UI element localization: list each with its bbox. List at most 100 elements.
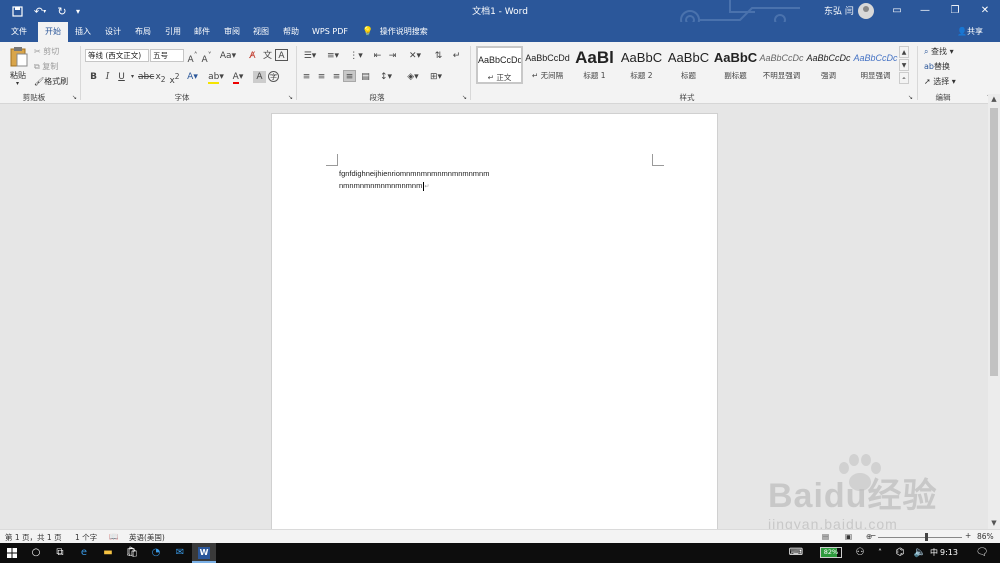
- word-app-icon[interactable]: W: [192, 543, 216, 563]
- read-mode-icon[interactable]: ▤: [822, 532, 829, 541]
- language-indicator[interactable]: 英语(美国): [129, 532, 165, 543]
- styles-more-icon[interactable]: ⩡: [899, 72, 909, 84]
- tab-references[interactable]: 引用: [160, 22, 186, 42]
- align-center-icon[interactable]: ≡: [315, 71, 328, 83]
- char-shading-icon[interactable]: A: [253, 71, 266, 83]
- strikethrough-icon[interactable]: abc: [138, 71, 154, 83]
- align-left-icon[interactable]: ≡: [300, 71, 313, 83]
- share-button[interactable]: 👤共享: [957, 22, 983, 42]
- tab-mailings[interactable]: 邮件: [189, 22, 215, 42]
- user-name[interactable]: 东弘 闫: [824, 4, 854, 17]
- mail-icon[interactable]: ✉: [168, 543, 192, 563]
- zoom-in-icon[interactable]: +: [965, 531, 971, 540]
- distributed-icon[interactable]: ▤: [359, 71, 372, 83]
- windows-start-icon[interactable]: [0, 543, 24, 563]
- battery-indicator[interactable]: 82%: [820, 547, 842, 558]
- task-view-icon[interactable]: ⧉: [48, 543, 72, 563]
- notification-icon[interactable]: 🗨: [970, 543, 994, 563]
- word-count[interactable]: 1 个字: [75, 532, 97, 543]
- replace-button[interactable]: ab替换: [924, 61, 950, 72]
- store-icon[interactable]: 🛍: [120, 543, 144, 563]
- search-icon[interactable]: ○: [24, 543, 48, 563]
- scroll-up-icon[interactable]: ▲: [988, 94, 1000, 104]
- document-page[interactable]: fgnfdighneijhienriomnmnmnmnmnmnmnmnm nmn…: [271, 113, 718, 533]
- decrease-indent-icon[interactable]: ⇤: [371, 50, 384, 62]
- tab-file[interactable]: 文件: [6, 22, 32, 42]
- tab-review[interactable]: 审阅: [219, 22, 245, 42]
- redo-icon[interactable]: ↻: [54, 3, 70, 19]
- edge-icon[interactable]: e: [72, 543, 96, 563]
- justify-icon[interactable]: ≡: [343, 70, 356, 82]
- undo-icon[interactable]: ↶ ▾: [30, 3, 50, 19]
- zoom-level[interactable]: 86%: [977, 532, 994, 541]
- clear-format-icon[interactable]: A̸: [246, 50, 259, 62]
- text-effects-icon[interactable]: A▾: [186, 71, 199, 83]
- save-icon[interactable]: [8, 3, 26, 19]
- tab-view[interactable]: 视图: [248, 22, 274, 42]
- font-size-select[interactable]: 五号: [150, 49, 184, 62]
- zoom-out-icon[interactable]: −: [870, 531, 876, 540]
- print-layout-icon[interactable]: ▣: [845, 532, 852, 541]
- tab-insert[interactable]: 插入: [70, 22, 96, 42]
- tab-help[interactable]: 帮助: [278, 22, 304, 42]
- superscript-icon[interactable]: x2: [168, 71, 181, 86]
- document-text-line[interactable]: fgnfdighneijhienriomnmnmnmnmnmnmnmnm: [339, 169, 489, 178]
- input-method-icon[interactable]: ⌨: [784, 543, 808, 563]
- zoom-slider[interactable]: [878, 537, 962, 538]
- ribbon-display-icon[interactable]: ▭: [884, 2, 910, 20]
- dialog-launcher-icon[interactable]: ↘: [904, 92, 917, 104]
- file-explorer-icon[interactable]: ▬: [96, 543, 120, 563]
- bullets-icon[interactable]: ☰▾: [300, 50, 320, 62]
- enclose-char-icon[interactable]: 字: [268, 71, 279, 82]
- numbering-icon[interactable]: ≡▾: [323, 50, 343, 62]
- italic-icon[interactable]: I: [101, 71, 114, 83]
- cut-button[interactable]: ✂ 剪切: [34, 46, 59, 57]
- scrollbar-thumb[interactable]: [990, 108, 998, 376]
- highlight-icon[interactable]: ab▾: [208, 71, 224, 84]
- copy-button[interactable]: ⧉ 复制: [34, 61, 58, 72]
- scroll-down-icon[interactable]: ▼: [988, 518, 1000, 528]
- proofing-icon[interactable]: 📖: [109, 532, 118, 541]
- minimize-icon[interactable]: —: [912, 2, 938, 20]
- line-spacing-icon[interactable]: ↕▾: [376, 71, 396, 83]
- tell-me-search[interactable]: 💡 操作说明搜索: [362, 22, 428, 42]
- multilevel-list-icon[interactable]: ⋮▾: [346, 50, 366, 62]
- borders-icon[interactable]: ⊞▾: [426, 71, 446, 83]
- clock-app-icon[interactable]: ◔: [144, 543, 168, 563]
- style-normal[interactable]: AaBbCcDd ↵ 正文: [476, 46, 523, 84]
- bold-icon[interactable]: B: [87, 71, 100, 83]
- font-color-icon[interactable]: A▾: [230, 71, 246, 84]
- increase-indent-icon[interactable]: ⇥: [386, 50, 399, 62]
- find-button[interactable]: ⌕ 查找 ▾: [924, 46, 954, 57]
- select-button[interactable]: ➚ 选择 ▾: [924, 76, 956, 87]
- style-heading-1[interactable]: AaBl 标题 1: [571, 46, 618, 84]
- vertical-scrollbar[interactable]: ▲ ▼: [988, 94, 1000, 529]
- document-text-line[interactable]: nmnmnmnmnmnmnmnm ↵: [339, 181, 429, 191]
- format-painter-button[interactable]: 🖌格式刷: [34, 76, 68, 87]
- asian-layout-icon[interactable]: ✕▾: [405, 50, 425, 62]
- style-no-spacing[interactable]: AaBbCcDd ↵ 无间隔: [524, 46, 571, 84]
- styles-scroll-down-icon[interactable]: ▼: [899, 59, 909, 71]
- show-marks-icon[interactable]: ↵: [450, 50, 463, 62]
- tab-layout[interactable]: 布局: [130, 22, 156, 42]
- tab-home[interactable]: 开始: [38, 22, 68, 42]
- customize-icon[interactable]: ▾: [72, 3, 84, 19]
- close-icon[interactable]: ✕: [972, 2, 998, 20]
- subscript-icon[interactable]: x2: [154, 71, 167, 84]
- align-right-icon[interactable]: ≡: [330, 71, 343, 83]
- style-subtle-emphasis[interactable]: AaBbCcDc 不明显强调: [758, 46, 805, 84]
- shading-icon[interactable]: ◈▾: [403, 71, 423, 83]
- char-border-icon[interactable]: A: [275, 49, 288, 61]
- page-count[interactable]: 第 1 页，共 1 页: [5, 532, 62, 543]
- avatar[interactable]: [858, 3, 874, 19]
- restore-icon[interactable]: ❐: [942, 2, 968, 20]
- grow-font-icon[interactable]: A˄: [186, 50, 199, 65]
- sort-icon[interactable]: ⇅: [432, 50, 445, 62]
- style-intense-emphasis[interactable]: AaBbCcDc 明显强调: [852, 46, 899, 84]
- tab-design[interactable]: 设计: [100, 22, 126, 42]
- phonetic-guide-icon[interactable]: 文: [261, 50, 274, 62]
- style-emphasis[interactable]: AaBbCcDc 强调: [805, 46, 852, 84]
- tab-wps-pdf[interactable]: WPS PDF: [308, 22, 352, 42]
- zoom-slider-thumb[interactable]: [925, 533, 928, 541]
- styles-scroll-up-icon[interactable]: ▲: [899, 46, 909, 58]
